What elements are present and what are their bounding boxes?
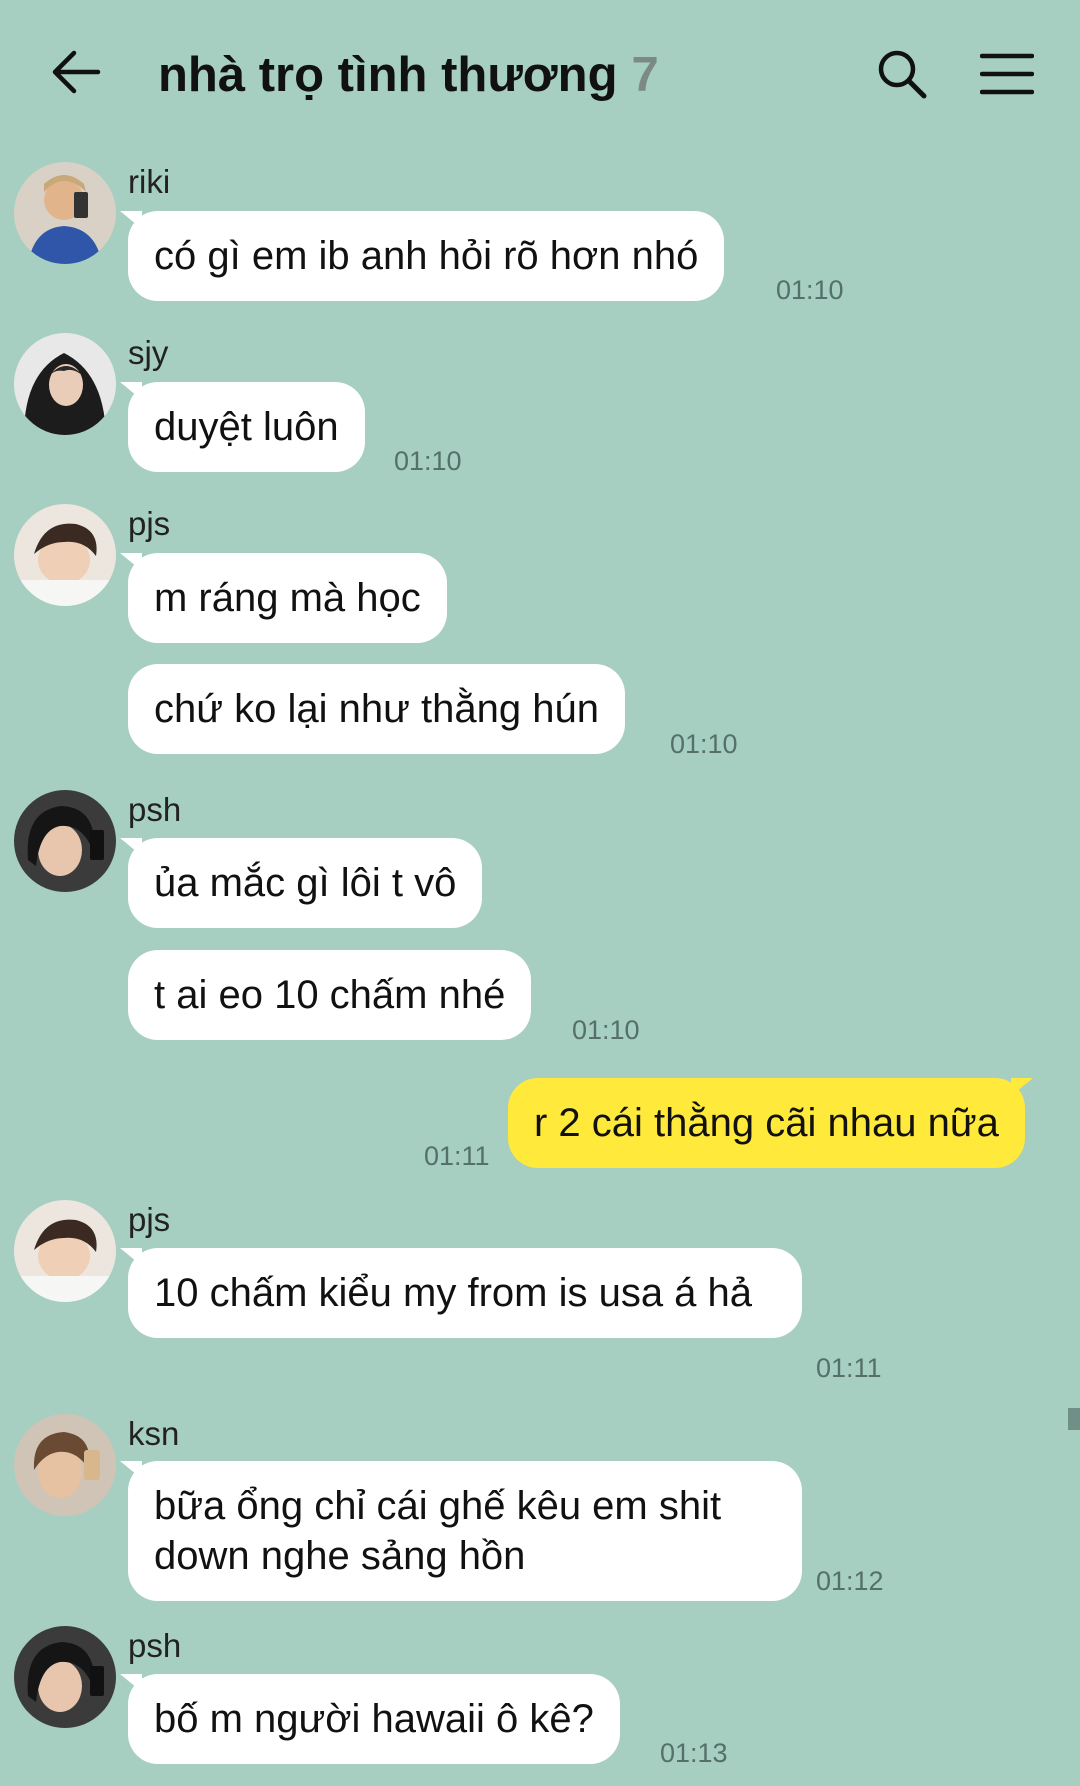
message-bubble[interactable]: bữa ổng chỉ cái ghế kêu em shit down ngh… (120, 1461, 802, 1601)
message-time: 01:10 (394, 446, 462, 476)
message-bubble[interactable]: có gì em ib anh hỏi rõ hơn nhó (119, 211, 725, 301)
search-button[interactable] (876, 48, 928, 100)
sender-name: psh (128, 791, 182, 828)
message-time: 01:13 (660, 1738, 728, 1768)
message-bubble[interactable]: duyệt luôn (120, 382, 365, 472)
avatar-photo-icon (14, 790, 116, 892)
avatar-photo-icon (14, 333, 116, 435)
avatar-photo-icon (14, 162, 116, 264)
avatar-riki[interactable] (14, 162, 116, 264)
message-bubble[interactable]: t ai eo 10 chấm nhé (128, 950, 532, 1040)
message-time: 01:11 (424, 1141, 490, 1171)
avatar-ksn[interactable] (14, 1414, 116, 1516)
message-time: 01:10 (776, 275, 844, 305)
message-bubble[interactable]: bố m người hawaii ô kê? (120, 1674, 620, 1764)
message-time: 01:12 (816, 1566, 884, 1596)
member-count: 7 (631, 48, 659, 102)
message-time: 01:11 (816, 1353, 882, 1383)
avatar-photo-icon (14, 1414, 116, 1516)
sender-name: pjs (128, 505, 171, 542)
message-time: 01:10 (572, 1015, 640, 1045)
menu-icon (979, 53, 1035, 95)
sender-name: ksn (128, 1415, 180, 1452)
avatar-sjy[interactable] (14, 333, 116, 435)
message-bubble[interactable]: 10 chấm kiểu my from is usa á hả (120, 1248, 802, 1338)
avatar-photo-icon (14, 1626, 116, 1728)
avatar-pjs[interactable] (14, 504, 116, 606)
avatar-psh[interactable] (14, 1626, 116, 1728)
message-time: 01:10 (670, 729, 738, 759)
avatar-photo-icon (14, 504, 116, 606)
scrollbar-thumb[interactable] (1068, 1408, 1080, 1430)
message-bubble[interactable]: chứ ko lại như thằng hún (128, 664, 625, 754)
sender-name: sjy (128, 334, 169, 371)
avatar-psh[interactable] (14, 790, 116, 892)
back-button[interactable] (48, 44, 104, 100)
chat-name: nhà trọ tình thương (158, 48, 618, 102)
outgoing-message-bubble[interactable]: r 2 cái thằng cãi nhau nữa (508, 1078, 1033, 1168)
sender-name: psh (128, 1627, 182, 1664)
menu-button[interactable] (979, 52, 1035, 96)
chat-title: nhà trọ tình thương 7 (158, 44, 659, 106)
avatar-pjs[interactable] (14, 1200, 116, 1302)
sender-name: riki (128, 163, 171, 200)
avatar-photo-icon (14, 1200, 116, 1302)
chat-header: nhà trọ tình thương 7 (0, 0, 1080, 150)
chat-screen: nhà trọ tình thương 7 riki có gì em ib an… (0, 0, 1080, 1786)
back-arrow-icon (52, 50, 101, 94)
message-bubble[interactable]: m ráng mà học (120, 553, 447, 643)
search-icon (878, 50, 927, 99)
message-bubble[interactable]: ủa mắc gì lôi t vô (119, 838, 483, 928)
sender-name: pjs (128, 1201, 171, 1238)
